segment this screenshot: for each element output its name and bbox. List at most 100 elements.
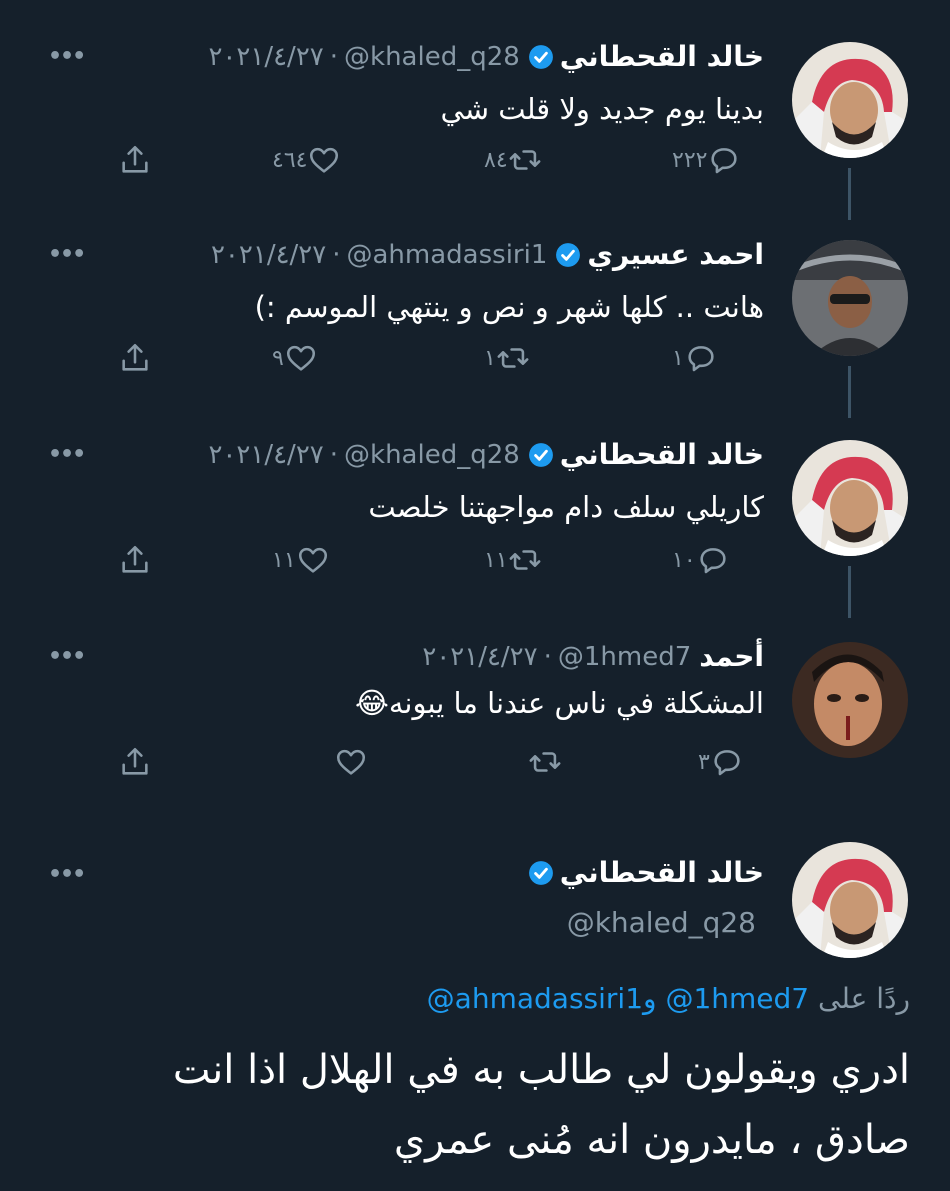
verified-badge-icon [528,860,553,885]
reply-icon [688,346,714,372]
khaled-avatar-image [792,42,908,158]
tweet-date[interactable]: ٢٠٢١/٤/٢٧ [208,440,323,470]
share-icon [122,145,148,173]
mention-link[interactable]: @ahmadassiri1 [427,982,643,1015]
reply-button[interactable]: ٣ [690,745,744,779]
date-separator: · [329,439,339,470]
share-button[interactable] [118,341,152,375]
tweet-date[interactable]: ٢٠٢١/٤/٢٧ [422,642,537,672]
tweet-actions: ١٠ ١١ ١١ [0,543,950,583]
retweet-icon [509,550,541,570]
reply-count: ٣ [698,749,710,775]
reply-count: ١ [672,345,684,371]
retweet-count: ١١ [484,547,508,573]
user-handle[interactable]: @1hmed7 [558,642,691,672]
tweet-3[interactable]: خالد القحطاني @khaled_q28 · ٢٠٢١/٤/٢٧ ••… [0,398,950,618]
share-icon [122,545,148,573]
tweet-header: احمد عسيري @ahmadassiri1 · ٢٠٢١/٤/٢٧ [211,238,764,271]
reply-count: ٢٢٢ [672,147,708,173]
user-handle[interactable]: @khaled_q28 [344,440,520,470]
share-button[interactable] [118,543,152,577]
tweet-actions: ٢٢٢ ٨٤ ٤٦٤ [0,143,950,183]
reply-icon [711,148,738,174]
hmed-avatar-image [792,642,908,758]
main-tweet-text: ادري ويقولون لي طالب به في الهلال اذا ان… [40,1035,910,1175]
retweet-count: ٨٤ [484,147,508,173]
heart-icon [286,345,315,371]
retweet-icon [497,348,529,368]
main-tweet: خالد القحطاني @khaled_q28 ••• ردًا على @… [0,830,950,1191]
tweet-1[interactable]: خالد القحطاني @khaled_q28 · ٢٠٢١/٤/٢٧ ••… [0,0,950,220]
share-icon [122,747,148,775]
user-handle[interactable]: @khaled_q28 [344,42,520,72]
more-icon[interactable]: ••• [48,242,86,267]
like-button[interactable] [326,745,368,779]
mention-link[interactable]: @1hmed7 [665,982,809,1015]
heart-icon [336,749,366,775]
like-button[interactable]: ٩ [264,341,318,375]
avatar[interactable] [792,842,908,958]
main-tweet-header: خالد القحطاني [528,856,764,889]
tweet-text: كاريلي سلف دام مواجهتنا خلصت [368,490,764,524]
like-count: ٩ [272,345,284,371]
reply-button[interactable]: ٢٢٢ [664,143,741,177]
date-separator: · [329,41,339,72]
share-button[interactable] [118,745,152,779]
user-handle[interactable]: @khaled_q28 [567,906,756,939]
main-tweet-line-2: صادق ، مايدرون انه مُنى عمري [393,1117,910,1163]
reply-joiner: و [643,982,657,1015]
tweet-2[interactable]: احمد عسيري @ahmadassiri1 · ٢٠٢١/٤/٢٧ •••… [0,198,950,418]
more-icon[interactable]: ••• [48,44,86,69]
tweet-text: بدينا يوم جديد ولا قلت شي [440,92,764,126]
reply-icon [714,750,740,776]
display-name[interactable]: خالد القحطاني [560,856,764,889]
share-button[interactable] [118,143,152,177]
verified-badge-icon [528,442,553,467]
tweet-actions: ١ ١ ٩ [0,341,950,381]
tweet-header: خالد القحطاني @khaled_q28 · ٢٠٢١/٤/٢٧ [208,438,764,471]
tweet-actions: ٣ [0,745,950,785]
reply-button[interactable]: ١ [664,341,718,375]
khaled-avatar-image [792,440,908,556]
tweet-header: أحمد @1hmed7 · ٢٠٢١/٤/٢٧ [422,640,764,673]
khaled-avatar-image [792,842,908,958]
display-name[interactable]: خالد القحطاني [560,40,764,73]
avatar[interactable] [792,240,908,356]
reply-prefix: ردًا على [818,982,910,1015]
like-count: ١١ [272,547,296,573]
reply-count: ١٠ [672,547,696,573]
retweet-button[interactable] [520,745,562,779]
heart-icon [298,547,327,573]
like-button[interactable]: ٤٦٤ [264,143,341,177]
reply-context: ردًا على @1hmed7 و@ahmadassiri1 [427,982,910,1015]
date-separator: · [543,641,552,672]
verified-badge-icon [556,242,581,267]
tweet-4[interactable]: أحمد @1hmed7 · ٢٠٢١/٤/٢٧ ••• المشكلة في … [0,600,950,810]
tweet-header: خالد القحطاني @khaled_q28 · ٢٠٢١/٤/٢٧ [208,40,764,73]
retweet-button[interactable]: ٨٤ [476,143,542,177]
retweet-icon [529,752,561,772]
retweet-icon [509,150,541,170]
more-icon[interactable]: ••• [48,442,86,467]
more-icon[interactable]: ••• [48,862,86,887]
retweet-button[interactable]: ١ [476,341,530,375]
reply-button[interactable]: ١٠ [664,543,730,577]
tweet-date[interactable]: ٢٠٢١/٤/٢٧ [208,42,323,72]
avatar[interactable] [792,642,908,758]
user-handle[interactable]: @ahmadassiri1 [347,240,548,270]
heart-icon [310,147,339,173]
tweet-date[interactable]: ٢٠٢١/٤/٢٧ [211,240,326,270]
display-name[interactable]: احمد عسيري [587,238,764,271]
like-button[interactable]: ١١ [264,543,330,577]
share-icon [122,343,148,371]
display-name[interactable]: خالد القحطاني [560,438,764,471]
main-tweet-line-1: ادري ويقولون لي طالب به في الهلال اذا ان… [172,1047,910,1093]
avatar[interactable] [792,440,908,556]
avatar[interactable] [792,42,908,158]
ahmad-avatar-image [792,240,908,356]
display-name[interactable]: أحمد [699,640,764,673]
retweet-button[interactable]: ١١ [476,543,542,577]
more-icon[interactable]: ••• [48,644,86,669]
reply-icon [700,548,726,574]
like-count: ٤٦٤ [272,147,308,173]
